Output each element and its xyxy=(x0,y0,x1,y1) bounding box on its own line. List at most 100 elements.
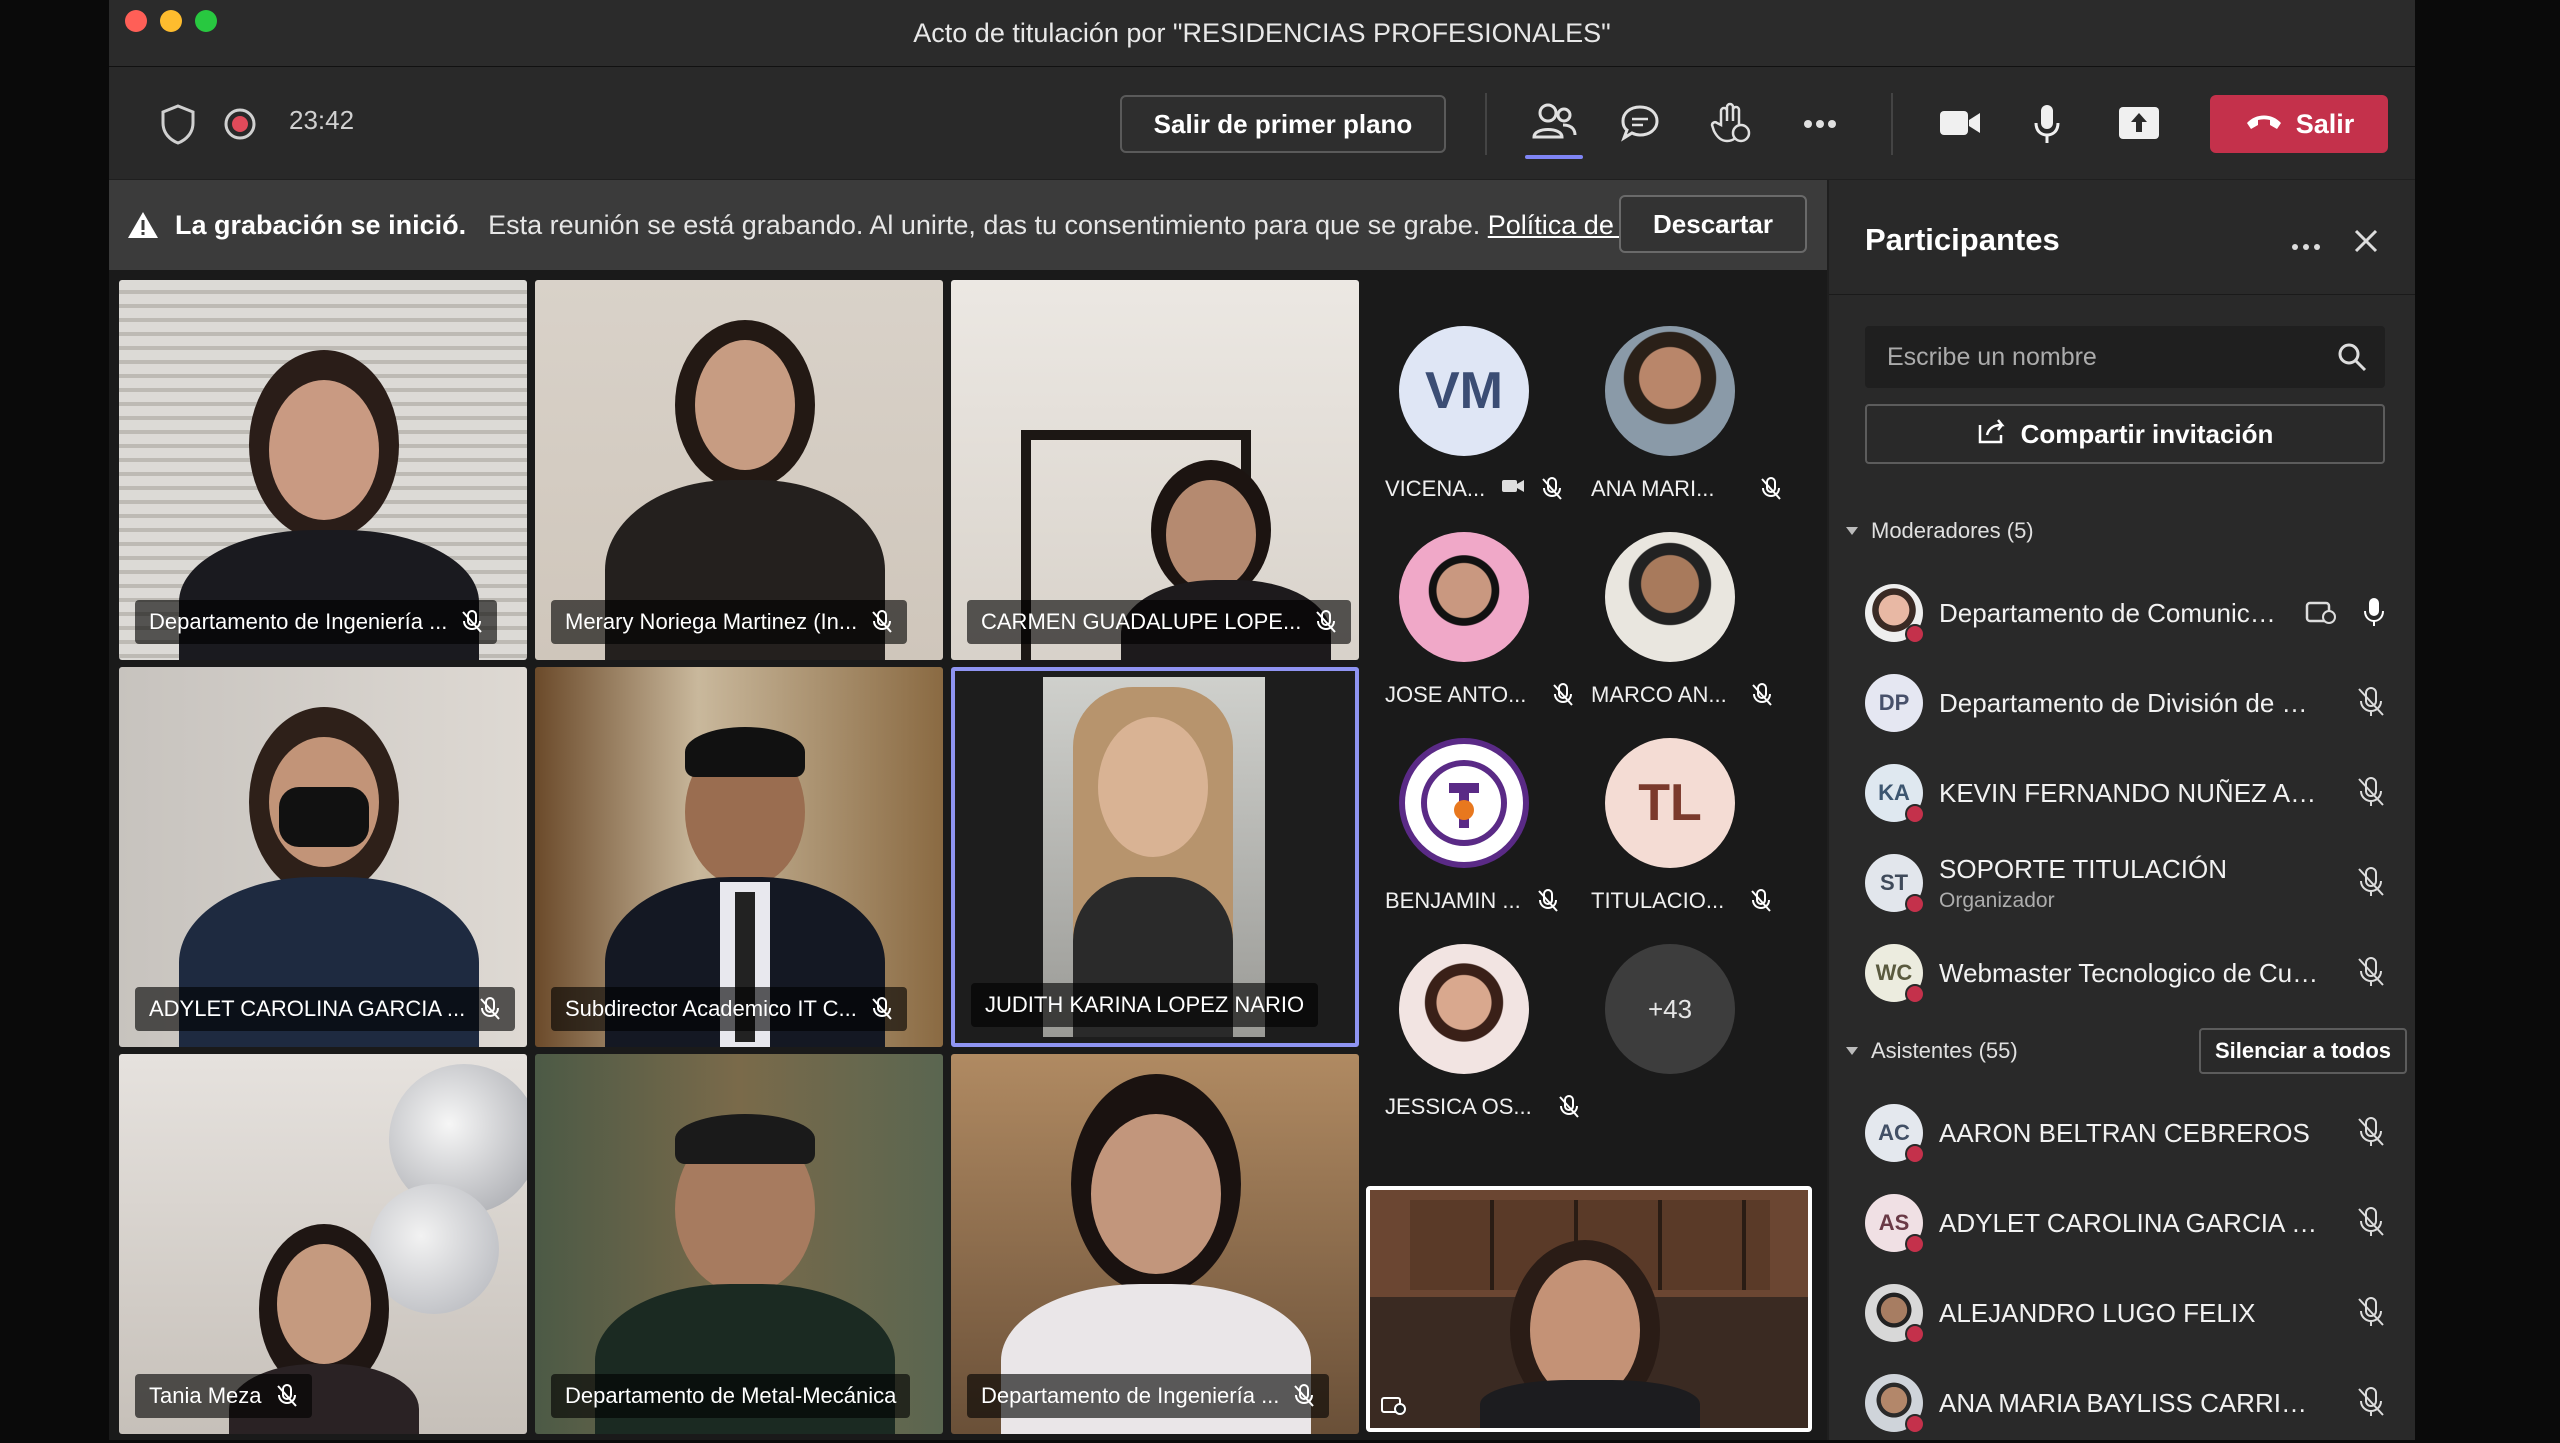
video-tile[interactable]: Departamento de Ingeniería ... xyxy=(119,280,527,660)
toolbar-separator xyxy=(1485,93,1487,155)
participant-row[interactable]: ST SOPORTE TITULACIÓN Organizador xyxy=(1865,843,2385,923)
title-bar: Acto de titulación por "RESIDENCIAS PROF… xyxy=(109,0,2415,67)
participant-avatar-tile[interactable]: TL TITULACIO... xyxy=(1591,738,1805,928)
share-icon[interactable] xyxy=(2117,105,2161,141)
camera-icon xyxy=(2305,597,2337,630)
avatar xyxy=(1865,1374,1925,1434)
avatar xyxy=(1605,532,1735,662)
mic-off-icon xyxy=(1541,477,1563,501)
avatar: ST xyxy=(1865,854,1925,914)
participant-row[interactable]: AS ADYLET CAROLINA GARCIA SAL... xyxy=(1865,1183,2385,1263)
chat-icon[interactable] xyxy=(1619,103,1661,143)
more-participants-count: +43 xyxy=(1605,944,1735,1074)
maximize-window-button[interactable] xyxy=(195,10,217,32)
recording-banner-text: Esta reunión se está grabando. Al unirte… xyxy=(488,209,1481,240)
participant-name-label: Departamento de Ingeniería ... xyxy=(967,1374,1330,1418)
moderators-section-header[interactable]: Moderadores (5) xyxy=(1845,518,2034,544)
video-tile[interactable]: Tania Meza xyxy=(119,1054,527,1434)
attendees-section-header[interactable]: Asistentes (55) xyxy=(1845,1038,2018,1064)
dismiss-banner-button[interactable]: Descartar xyxy=(1619,195,1807,253)
mic-off-icon xyxy=(2357,777,2385,812)
more-icon[interactable] xyxy=(1803,119,1837,129)
mic-off-icon xyxy=(1315,610,1337,634)
participant-search-input[interactable]: Escribe un nombre xyxy=(1865,326,2385,388)
camera-icon[interactable] xyxy=(1938,107,1982,139)
recording-banner-title: La grabación se inició. xyxy=(175,209,467,240)
mic-off-icon xyxy=(871,997,893,1021)
video-tile[interactable]: Departamento de Metal-Mecánica xyxy=(535,1054,943,1434)
participant-row[interactable]: Departamento de Comunica... xyxy=(1865,573,2385,653)
exit-spotlight-button[interactable]: Salir de primer plano xyxy=(1120,95,1446,153)
participant-row[interactable]: KA KEVIN FERNANDO NUÑEZ AGUI... xyxy=(1865,753,2385,833)
mic-off-icon xyxy=(2357,867,2385,902)
participant-row[interactable]: DP Departamento de División de Es... xyxy=(1865,663,2385,743)
mic-off-icon xyxy=(2357,1387,2385,1422)
meeting-timer: 23:42 xyxy=(289,105,355,135)
participant-name-label: MARCO AN... xyxy=(1591,682,1773,708)
self-view[interactable] xyxy=(1366,1186,1812,1432)
mic-icon xyxy=(2363,597,2385,632)
participant-name-label: JESSICA OS... xyxy=(1385,1094,1580,1120)
avatar xyxy=(1865,1284,1925,1344)
participant-name-label: BENJAMIN ... xyxy=(1385,888,1559,914)
video-tile[interactable]: CARMEN GUADALUPE LOPE... xyxy=(951,280,1359,660)
window-controls xyxy=(125,10,217,32)
avatar: AC xyxy=(1865,1104,1925,1164)
panel-header: Participantes xyxy=(1829,180,2415,295)
window-title: Acto de titulación por "RESIDENCIAS PROF… xyxy=(913,17,1611,48)
shield-icon[interactable] xyxy=(159,103,197,145)
search-icon[interactable] xyxy=(2337,342,2367,379)
mic-off-icon xyxy=(461,610,483,634)
mic-off-icon xyxy=(1751,683,1773,707)
video-tile-active-speaker[interactable]: JUDITH KARINA LOPEZ NARIO xyxy=(951,667,1359,1047)
close-icon[interactable] xyxy=(2353,228,2379,259)
more-options-icon[interactable] xyxy=(2291,238,2321,256)
participant-name-label: JUDITH KARINA LOPEZ NARIO xyxy=(971,983,1319,1027)
toolbar-separator xyxy=(1891,93,1893,155)
camera-settings-icon[interactable] xyxy=(1380,1392,1408,1421)
video-tile[interactable]: Subdirector Academico IT C... xyxy=(535,667,943,1047)
participant-avatar-tile[interactable]: ANA MARI... xyxy=(1591,326,1805,516)
participant-avatar-tile[interactable]: JESSICA OS... xyxy=(1385,944,1599,1134)
camera-off-icon xyxy=(1501,476,1525,502)
mic-off-icon xyxy=(1760,477,1782,501)
meeting-toolbar: 23:42 Salir de primer plano Salir xyxy=(109,67,2415,179)
close-window-button[interactable] xyxy=(125,10,147,32)
panel-title: Participantes xyxy=(1865,222,2060,257)
video-stage: Departamento de Ingeniería ... Merary No… xyxy=(109,270,1827,1440)
meeting-window: Acto de titulación por "RESIDENCIAS PROF… xyxy=(109,0,2415,1440)
participant-avatar-tile[interactable]: VM VICENA... xyxy=(1385,326,1599,516)
leave-button[interactable]: Salir xyxy=(2210,95,2388,153)
participant-avatar-tile[interactable]: BENJAMIN ... xyxy=(1385,738,1599,928)
avatar xyxy=(1605,326,1735,456)
mic-off-icon xyxy=(2357,1117,2385,1152)
participant-avatar-tile[interactable]: JOSE ANTO... xyxy=(1385,532,1599,722)
video-tile[interactable]: Departamento de Ingeniería ... xyxy=(951,1054,1359,1434)
video-tile[interactable]: Merary Noriega Martinez (In... xyxy=(535,280,943,660)
mic-icon[interactable] xyxy=(2033,103,2061,145)
participant-name-label: JOSE ANTO... xyxy=(1385,682,1574,708)
mic-off-icon xyxy=(276,1384,298,1408)
share-invite-button[interactable]: Compartir invitación xyxy=(1865,404,2385,464)
participant-row[interactable]: AC AARON BELTRAN CEBREROS xyxy=(1865,1093,2385,1173)
participant-name-label: TITULACIO... xyxy=(1591,888,1772,914)
participant-row[interactable]: WC Webmaster Tecnologico de Culi... xyxy=(1865,933,2385,1013)
avatar: WC xyxy=(1865,944,1925,1004)
mic-off-icon xyxy=(1293,1384,1315,1408)
minimize-window-button[interactable] xyxy=(160,10,182,32)
participant-avatar-tile[interactable]: MARCO AN... xyxy=(1591,532,1805,722)
people-icon[interactable] xyxy=(1531,101,1577,143)
more-participants-tile[interactable]: +43 xyxy=(1605,944,1805,1134)
participants-panel: Participantes Escribe un nombre Comparti… xyxy=(1829,180,2415,1440)
hangup-icon xyxy=(2244,109,2284,140)
mute-all-button[interactable]: Silenciar a todos xyxy=(2199,1028,2407,1074)
mic-off-icon xyxy=(2357,1207,2385,1242)
record-icon xyxy=(223,107,257,141)
video-tile[interactable]: ADYLET CAROLINA GARCIA ... xyxy=(119,667,527,1047)
participant-row[interactable]: ALEJANDRO LUGO FELIX xyxy=(1865,1273,2385,1353)
leave-label: Salir xyxy=(2295,108,2355,139)
participant-row[interactable]: ANA MARIA BAYLISS CARRILLO xyxy=(1865,1363,2385,1443)
raise-hand-icon[interactable] xyxy=(1709,101,1751,145)
participant-name-label: ADYLET CAROLINA GARCIA ... xyxy=(135,987,516,1031)
mic-off-icon xyxy=(479,997,501,1021)
